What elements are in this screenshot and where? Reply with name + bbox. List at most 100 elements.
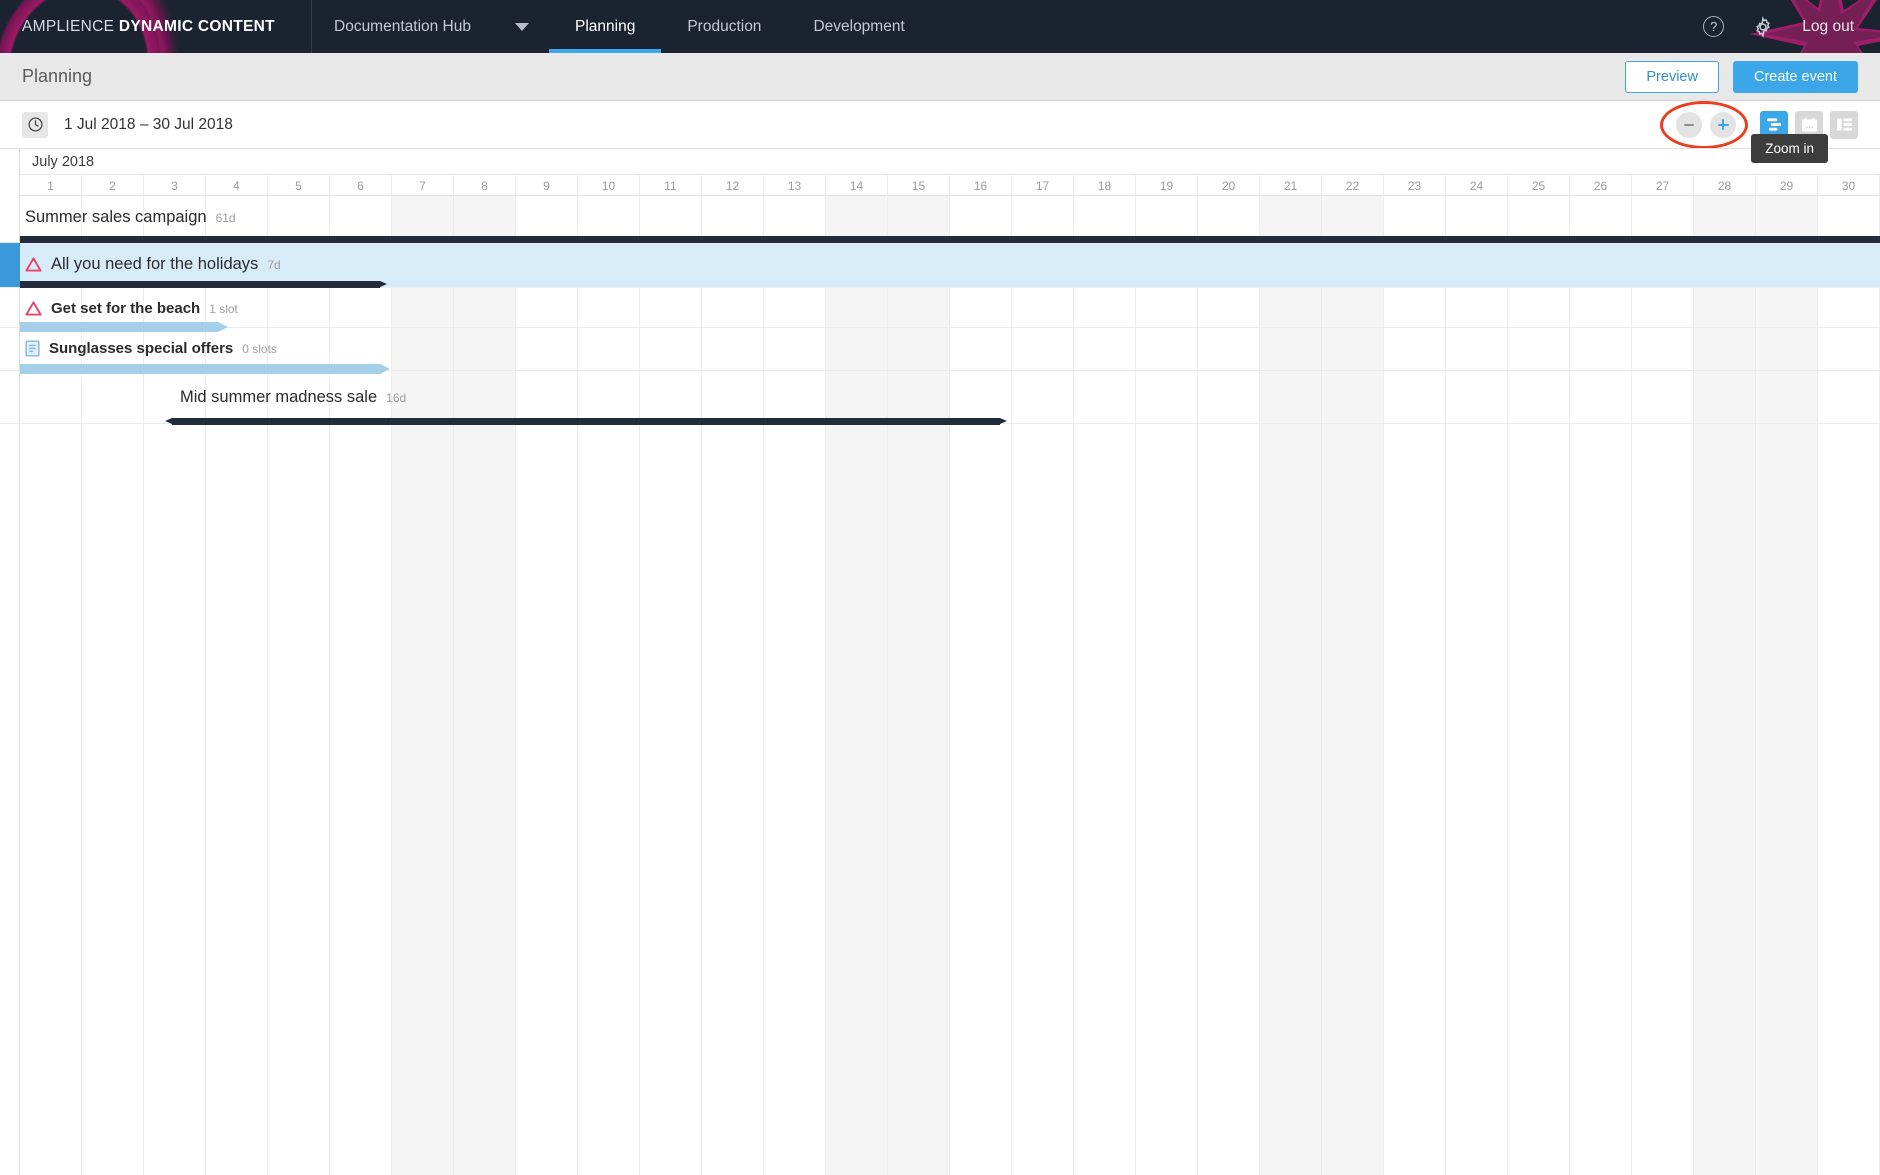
tab-development[interactable]: Development bbox=[787, 0, 930, 53]
day-header-3[interactable]: 3 bbox=[144, 175, 206, 196]
gantt-row[interactable]: Get set for the beach 1 slot bbox=[0, 288, 1880, 332]
date-range-label[interactable]: 1 Jul 2018 – 30 Jul 2018 bbox=[64, 116, 233, 134]
timeline-month-header: July 2018 bbox=[20, 149, 1880, 175]
clock-icon[interactable] bbox=[22, 111, 48, 138]
question-circle-icon[interactable]: ? bbox=[1703, 16, 1725, 37]
event-meta: 61d bbox=[215, 210, 236, 225]
gantt-bar[interactable] bbox=[164, 418, 1007, 425]
day-header-24[interactable]: 24 bbox=[1446, 175, 1508, 196]
day-header-29[interactable]: 29 bbox=[1756, 175, 1818, 196]
logout-button[interactable]: Log out bbox=[1802, 18, 1854, 36]
bar-end-arrow-icon bbox=[379, 364, 390, 374]
gantt-bar[interactable] bbox=[20, 281, 387, 288]
zoom-out-button[interactable] bbox=[1676, 111, 1702, 138]
day-header-15[interactable]: 15 bbox=[888, 175, 950, 196]
brand-name-light: AMPLIENCE bbox=[22, 17, 119, 35]
timeline-month-label: July 2018 bbox=[32, 153, 95, 170]
day-header-2[interactable]: 2 bbox=[82, 175, 144, 196]
row-selection-indicator bbox=[0, 243, 20, 287]
page-title: Planning bbox=[22, 66, 93, 86]
tab-planning[interactable]: Planning bbox=[549, 0, 662, 53]
day-header-16[interactable]: 16 bbox=[950, 175, 1012, 196]
day-header-14[interactable]: 14 bbox=[826, 175, 888, 196]
tab-development-label: Development bbox=[813, 17, 905, 35]
gantt-icon bbox=[1766, 118, 1781, 131]
document-icon bbox=[25, 340, 40, 357]
event-meta: 0 slots bbox=[242, 341, 277, 356]
day-header-10[interactable]: 10 bbox=[578, 175, 640, 196]
tab-production-label: Production bbox=[687, 17, 762, 35]
gantt-row[interactable]: Summer sales campaign 61d bbox=[0, 196, 1880, 243]
zoom-in-button[interactable] bbox=[1710, 111, 1736, 138]
event-meta: 7d bbox=[267, 257, 281, 272]
day-header-9[interactable]: 9 bbox=[516, 175, 578, 196]
event-title: Mid summer madness sale bbox=[180, 388, 378, 406]
day-header-25[interactable]: 25 bbox=[1508, 175, 1570, 196]
plus-icon-vertical bbox=[1722, 119, 1724, 130]
event-label-group[interactable]: Get set for the beach 1 slot bbox=[25, 300, 238, 317]
warning-triangle-icon bbox=[25, 301, 42, 316]
gantt-bar[interactable] bbox=[20, 236, 1880, 243]
bar-end-arrow-icon bbox=[218, 322, 229, 332]
subheader-actions: Preview Create event bbox=[1625, 60, 1858, 93]
gantt-row[interactable]: Sunglasses special offers 0 slots bbox=[0, 328, 1880, 374]
calendar-icon bbox=[1801, 116, 1817, 132]
event-meta: 1 slot bbox=[209, 301, 238, 316]
event-label-group[interactable]: Mid summer madness sale 16d bbox=[180, 388, 406, 407]
day-header-17[interactable]: 17 bbox=[1012, 175, 1074, 196]
timeline-day-header: 1 2 3 4 5 6 7 8 9 10 11 12 13 14 15 16 17 18 19 20 21 22 23 24 2… bbox=[20, 175, 1880, 196]
day-header-8[interactable]: 8 bbox=[454, 175, 516, 196]
bar-end-arrow-icon bbox=[379, 281, 387, 287]
tab-planning-label: Planning bbox=[575, 17, 636, 35]
tab-production[interactable]: Production bbox=[661, 0, 787, 53]
nav-tabs: Planning Production Development bbox=[549, 0, 931, 53]
day-header-11[interactable]: 11 bbox=[640, 175, 702, 196]
day-header-21[interactable]: 21 bbox=[1260, 175, 1322, 196]
create-event-button[interactable]: Create event bbox=[1732, 60, 1858, 93]
event-title: Get set for the beach bbox=[51, 300, 201, 317]
day-header-1[interactable]: 1 bbox=[20, 175, 82, 196]
day-header-20[interactable]: 20 bbox=[1198, 175, 1260, 196]
list-view-button[interactable] bbox=[1830, 110, 1858, 139]
gantt-row[interactable]: Mid summer madness sale 16d bbox=[0, 371, 1880, 425]
day-header-26[interactable]: 26 bbox=[1570, 175, 1632, 196]
gantt-bar[interactable] bbox=[20, 364, 390, 374]
gantt-row-background bbox=[20, 288, 1880, 327]
day-header-28[interactable]: 28 bbox=[1694, 175, 1756, 196]
hub-selector[interactable]: Documentation Hub bbox=[312, 0, 549, 53]
event-label-group[interactable]: Sunglasses special offers 0 slots bbox=[25, 340, 277, 357]
brand-text: AMPLIENCE DYNAMIC CONTENT bbox=[22, 18, 275, 36]
preview-button[interactable]: Preview bbox=[1625, 60, 1719, 93]
day-header-12[interactable]: 12 bbox=[702, 175, 764, 196]
day-header-6[interactable]: 6 bbox=[330, 175, 392, 196]
planning-toolbar: 1 Jul 2018 – 30 Jul 2018 Zoom in bbox=[0, 100, 1880, 163]
chevron-down-icon bbox=[515, 22, 529, 31]
list-icon bbox=[1836, 118, 1852, 131]
day-header-30[interactable]: 30 bbox=[1818, 175, 1880, 196]
day-header-4[interactable]: 4 bbox=[206, 175, 268, 196]
day-header-7[interactable]: 7 bbox=[392, 175, 454, 196]
day-header-19[interactable]: 19 bbox=[1136, 175, 1198, 196]
gantt-chart: July 2018 1 2 3 4 5 6 7 8 9 10 11 12 13 14 15 16 17 18 19 2… bbox=[0, 148, 1880, 1175]
day-header-13[interactable]: 13 bbox=[764, 175, 826, 196]
brand-name-bold: DYNAMIC CONTENT bbox=[118, 17, 275, 35]
top-navigation-bar: AMPLIENCE DYNAMIC CONTENT Documentation … bbox=[0, 0, 1880, 53]
minus-icon bbox=[1684, 123, 1694, 126]
zoom-in-tooltip: Zoom in bbox=[1751, 134, 1828, 163]
day-header-18[interactable]: 18 bbox=[1074, 175, 1136, 196]
nav-right-actions: ? Log out bbox=[1703, 0, 1880, 53]
event-label-group[interactable]: All you need for the holidays 7d bbox=[25, 255, 281, 274]
day-header-27[interactable]: 27 bbox=[1632, 175, 1694, 196]
bar-end-arrow-icon bbox=[999, 418, 1007, 424]
event-label-group[interactable]: Summer sales campaign 61d bbox=[25, 208, 236, 227]
gantt-row[interactable]: All you need for the holidays 7d bbox=[0, 243, 1880, 288]
day-header-5[interactable]: 5 bbox=[268, 175, 330, 196]
day-header-22[interactable]: 22 bbox=[1322, 175, 1384, 196]
event-title: Summer sales campaign bbox=[25, 208, 207, 226]
brand-logo[interactable]: AMPLIENCE DYNAMIC CONTENT bbox=[0, 0, 312, 53]
day-header-23[interactable]: 23 bbox=[1384, 175, 1446, 196]
gantt-bar[interactable] bbox=[20, 322, 229, 332]
page-subheader: Planning Preview Create event bbox=[0, 53, 1880, 101]
gear-icon[interactable] bbox=[1752, 15, 1774, 38]
zoom-controls bbox=[1660, 100, 1748, 149]
